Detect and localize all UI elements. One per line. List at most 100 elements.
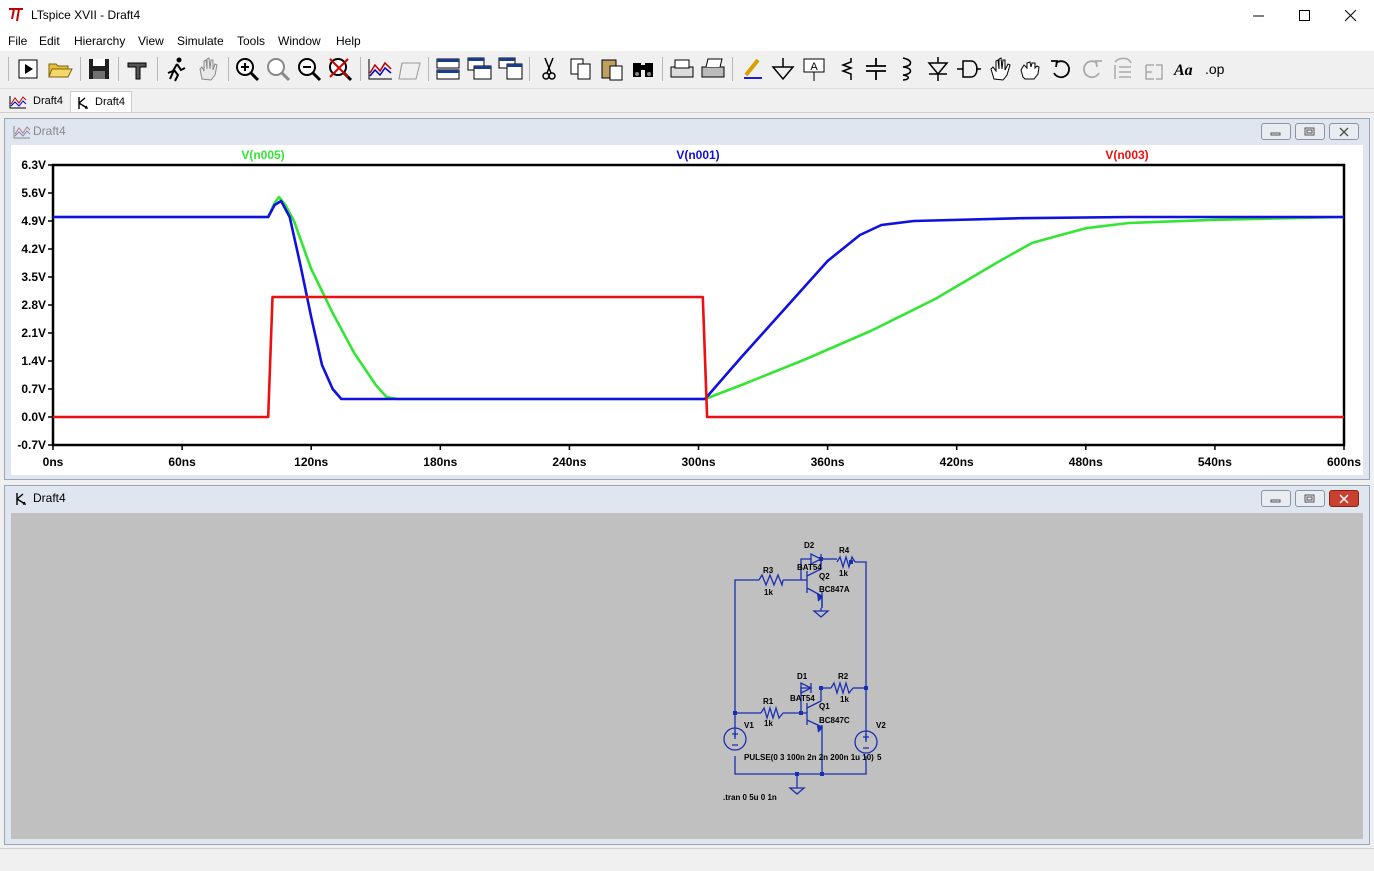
rotate-button[interactable] [1109, 55, 1137, 83]
schematic-tab-icon [78, 97, 89, 109]
schematic-restore-button[interactable] [1295, 490, 1325, 507]
menu-edit[interactable]: Edit [39, 34, 60, 48]
d1-ref: D1 [797, 672, 808, 681]
minimize-button[interactable] [1236, 0, 1282, 31]
mirror-button[interactable] [1140, 55, 1168, 83]
plot-window-titlebar[interactable]: Draft4 [5, 119, 1369, 144]
cascade-button[interactable] [466, 55, 494, 83]
svg-text:.op: .op [1205, 61, 1225, 77]
zoom-out-button[interactable] [295, 55, 323, 83]
plot-frame [51, 163, 1346, 447]
x-tick-label: 480ns [1069, 455, 1103, 469]
run-button[interactable] [14, 55, 42, 83]
plot-close-button[interactable] [1329, 123, 1359, 140]
component-button[interactable] [955, 55, 983, 83]
cut-button[interactable] [535, 55, 563, 83]
toolbar-separator [732, 57, 733, 81]
copy-button[interactable] [567, 55, 595, 83]
component-icon [957, 60, 981, 78]
y-tick-label: 1.4V [21, 354, 46, 368]
r4-ref: R4 [839, 546, 850, 555]
zoom-in-button[interactable] [233, 55, 261, 83]
schematic-minimize-button[interactable] [1261, 490, 1291, 507]
label-button[interactable]: A [800, 55, 828, 83]
run-man-button[interactable] [162, 55, 190, 83]
move-button[interactable] [986, 55, 1014, 83]
q1-value: BC847C [819, 716, 850, 725]
resistor-button[interactable] [831, 55, 859, 83]
zoom-cancel-button[interactable] [326, 55, 354, 83]
x-tick-label: 180ns [423, 455, 457, 469]
paste-button[interactable] [598, 55, 626, 83]
diode-icon [927, 57, 949, 81]
label-icon: A [803, 58, 825, 81]
tab-waveform[interactable]: Draft4 [5, 91, 68, 112]
menu-simulate[interactable]: Simulate [177, 34, 224, 48]
svg-text:Aa: Aa [1173, 62, 1193, 79]
capacitor-icon [866, 58, 886, 80]
schematic-close-button[interactable] [1329, 490, 1359, 507]
toolbar-separator [662, 57, 663, 81]
drag-button[interactable] [1016, 55, 1044, 83]
y-tick-label: 2.1V [21, 326, 46, 340]
r1-value: 1k [764, 719, 773, 728]
pan-hand-button[interactable] [194, 55, 222, 83]
undo-button[interactable] [1047, 55, 1075, 83]
toolbar-separator [157, 57, 158, 81]
title-bar: LTspice XVII - Draft4 [0, 0, 1374, 31]
y-tick-label: 0.0V [21, 410, 46, 424]
spice-directive-text[interactable]: .tran 0 5u 0 1n [723, 793, 777, 802]
waveform-plot[interactable]: 6.3V 5.6V 4.9V 4.2V 3.5V 2.8V 2.1V 1.4V 0.7V 0.0V… [11, 145, 1363, 475]
y-tick-label: 3.5V [21, 270, 46, 284]
print-preview-button[interactable] [668, 55, 696, 83]
tile-vertical-icon [498, 57, 523, 80]
window-title: LTspice XVII - Draft4 [31, 8, 141, 22]
legend-V(n003)[interactable]: V(n003) [1105, 148, 1148, 162]
toolbar-separator [80, 57, 81, 81]
menu-view[interactable]: View [138, 34, 164, 48]
rotate-icon [1114, 57, 1132, 79]
spice-directive-button[interactable]: .op [1203, 55, 1231, 83]
menu-help[interactable]: Help [336, 34, 361, 48]
open-icon [48, 63, 73, 78]
control-panel-button[interactable] [124, 55, 152, 83]
waveform-button[interactable] [366, 55, 394, 83]
plot-minimize-button[interactable] [1261, 123, 1291, 140]
menu-hierarchy[interactable]: Hierarchy [74, 34, 125, 48]
menu-tools[interactable]: Tools [237, 34, 265, 48]
tile-vertical-button[interactable] [497, 55, 525, 83]
tab-schematic-label: Draft4 [95, 96, 125, 108]
wire-button[interactable] [738, 55, 766, 83]
print-icon [701, 58, 725, 78]
find-button[interactable] [629, 55, 657, 83]
autorange-button[interactable] [396, 55, 424, 83]
zoom-fit-button[interactable] [264, 55, 292, 83]
menu-window[interactable]: Window [278, 34, 321, 48]
redo-button[interactable] [1078, 55, 1106, 83]
save-button[interactable] [85, 55, 113, 83]
schematic-window-titlebar[interactable]: Draft4 [5, 486, 1369, 511]
capacitor-button[interactable] [862, 55, 890, 83]
v1-value: PULSE(0 3 100n 2n 2n 200n 1u 10) [744, 753, 874, 762]
tile-horizontal-button[interactable] [434, 55, 462, 83]
ground-button[interactable] [769, 55, 797, 83]
diode-button[interactable] [924, 55, 952, 83]
maximize-button[interactable] [1282, 0, 1328, 31]
schematic-canvas[interactable]: D2 BAT54 R4 1k R3 1k Q2 BC847A D1 BAT54 … [11, 513, 1363, 839]
schematic-window: Draft4 D2 BAT54 R4 1k R3 1k Q2 BC847A D1… [4, 485, 1370, 845]
r3-value: 1k [764, 588, 773, 597]
plot-restore-button[interactable] [1295, 123, 1325, 140]
legend-V(n005)[interactable]: V(n005) [241, 148, 284, 162]
inductor-button[interactable] [893, 55, 921, 83]
open-button[interactable] [46, 55, 74, 83]
copy-icon [570, 58, 591, 80]
tab-schematic[interactable]: Draft4 [70, 91, 132, 112]
tile-horizontal-icon [436, 58, 460, 80]
run-icon [18, 59, 38, 79]
text-button[interactable]: Aa [1172, 55, 1200, 83]
legend-V(n001)[interactable]: V(n001) [676, 148, 719, 162]
print-button[interactable] [699, 55, 727, 83]
x-tick-label: 300ns [681, 455, 715, 469]
close-button[interactable] [1328, 0, 1374, 31]
menu-file[interactable]: File [8, 34, 27, 48]
